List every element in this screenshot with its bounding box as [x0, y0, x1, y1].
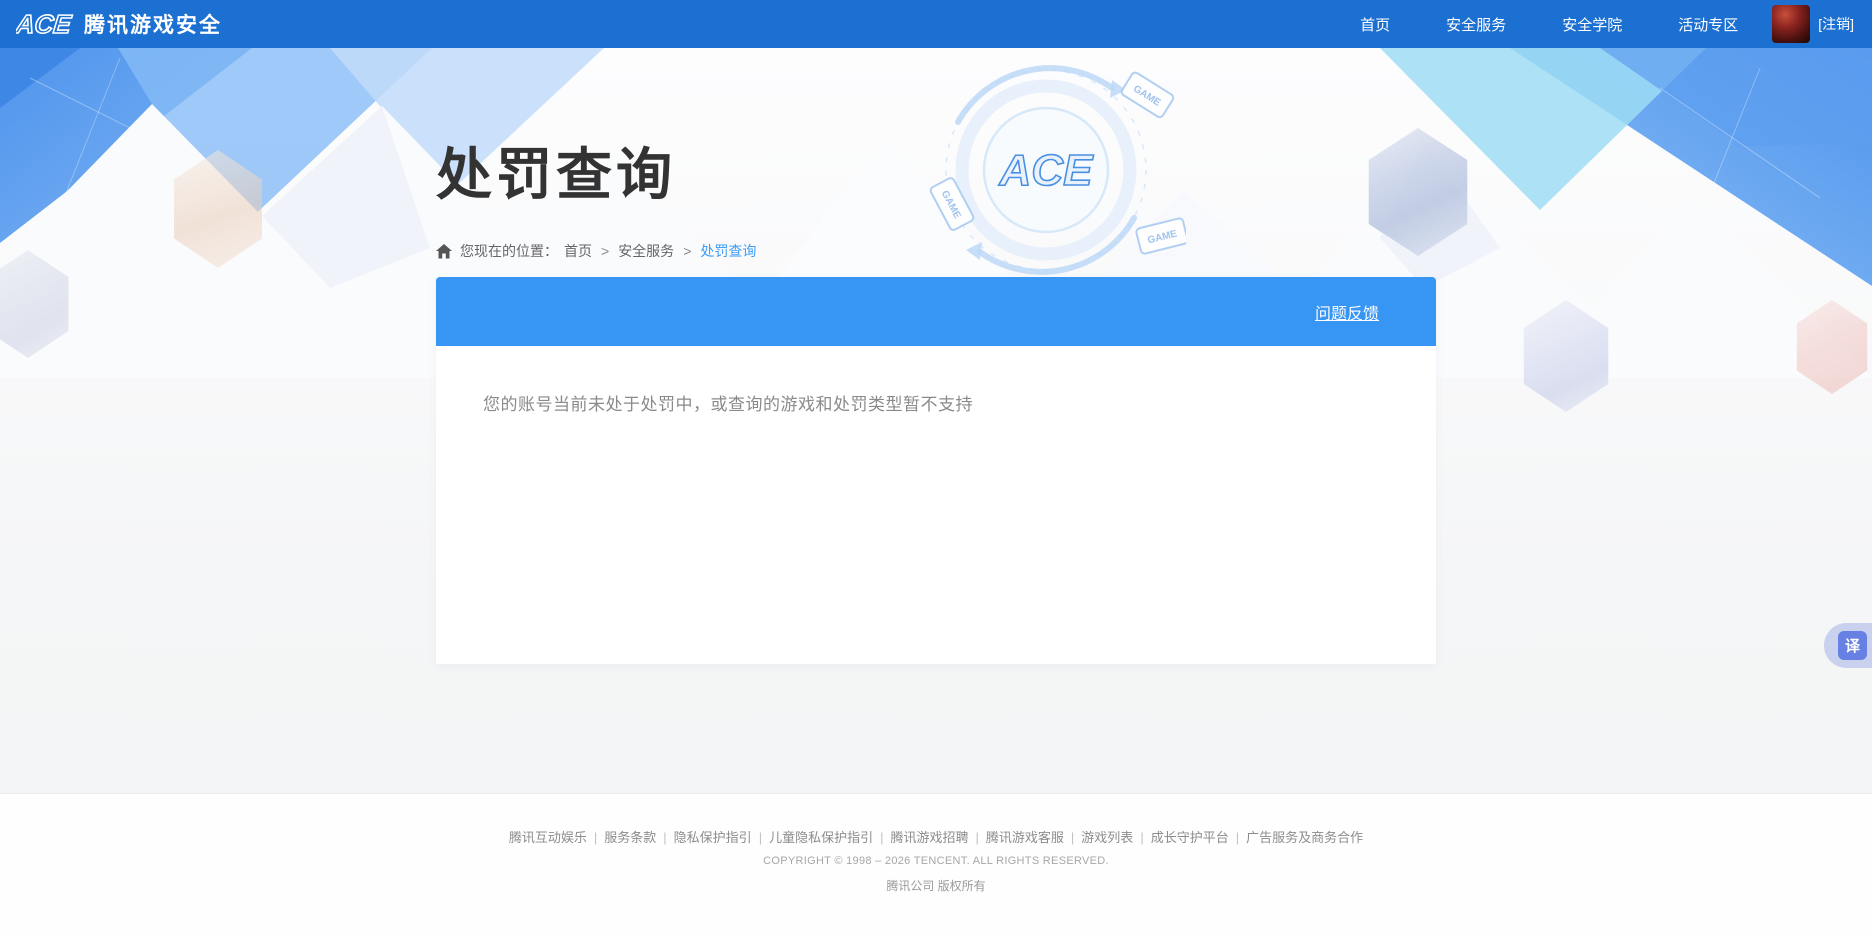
breadcrumb: 您现在的位置： 首页 > 安全服务 > 处罚查询: [436, 241, 1436, 261]
page-footer: 腾讯互动娱乐 | 服务条款 | 隐私保护指引 | 儿童隐私保护指引 | 腾讯游戏招聘 | 腾讯游戏客…: [0, 793, 1872, 935]
hero-section: ACE GAME GAME GAME 处罚查询 您现在的位置： 首页 > 安全服…: [0, 48, 1872, 793]
footer-link-service[interactable]: 腾讯游戏客服: [986, 830, 1064, 845]
footer-link-privacy[interactable]: 隐私保护指引: [674, 830, 752, 845]
footer-link-terms[interactable]: 服务条款: [604, 830, 656, 845]
site-logo-text: 腾讯游戏安全: [84, 14, 222, 37]
home-icon: [436, 243, 452, 258]
footer-separator: |: [880, 830, 884, 845]
translate-widget[interactable]: 译: [1824, 623, 1872, 668]
breadcrumb-home[interactable]: 首页: [564, 241, 592, 261]
footer-company: 腾讯公司 版权所有: [886, 879, 986, 893]
nav-item-activity-zone[interactable]: 活动专区: [1678, 14, 1738, 35]
svg-text:ACE: ACE: [16, 9, 74, 39]
breadcrumb-separator: >: [601, 243, 610, 259]
footer-link-game-list[interactable]: 游戏列表: [1081, 830, 1133, 845]
footer-link-jobs[interactable]: 腾讯游戏招聘: [890, 830, 968, 845]
footer-link-children-privacy[interactable]: 儿童隐私保护指引: [769, 830, 873, 845]
ace-logo-icon: ACE: [16, 9, 74, 39]
footer-separator: |: [1235, 830, 1240, 845]
site-logo[interactable]: ACE 腾讯游戏安全: [16, 9, 222, 39]
footer-link-ient[interactable]: 腾讯互动娱乐: [509, 830, 587, 845]
top-navbar: ACE 腾讯游戏安全 首页 安全服务 安全学院 活动专区 [注销]: [0, 0, 1872, 48]
footer-separator: |: [1140, 830, 1144, 845]
feedback-link[interactable]: 问题反馈: [1315, 300, 1379, 324]
result-message: 您的账号当前未处于处罚中，或查询的游戏和处罚类型暂不支持: [483, 395, 973, 414]
footer-link-guardian[interactable]: 成长守护平台: [1151, 830, 1229, 845]
footer-separator: |: [758, 830, 763, 845]
footer-separator: |: [1070, 830, 1075, 845]
footer-separator: |: [975, 830, 979, 845]
breadcrumb-current[interactable]: 处罚查询: [700, 241, 756, 261]
result-card-header: 问题反馈: [436, 277, 1436, 346]
logout-link[interactable]: [注销]: [1818, 14, 1854, 34]
footer-link-ads[interactable]: 广告服务及商务合作: [1246, 830, 1363, 845]
page-title: 处罚查询: [436, 143, 676, 206]
result-card-body: 您的账号当前未处于处罚中，或查询的游戏和处罚类型暂不支持: [436, 346, 1436, 664]
user-avatar[interactable]: [1772, 5, 1811, 43]
footer-links: 腾讯互动娱乐 | 服务条款 | 隐私保护指引 | 儿童隐私保护指引 | 腾讯游戏招聘 | 腾讯游戏客…: [0, 827, 1872, 846]
footer-separator: |: [663, 830, 667, 845]
nav-item-security-services[interactable]: 安全服务: [1446, 14, 1506, 35]
breadcrumb-separator: >: [683, 243, 692, 259]
nav-item-home[interactable]: 首页: [1360, 14, 1390, 35]
footer-separator: |: [593, 830, 598, 845]
query-result-card: 问题反馈 您的账号当前未处于处罚中，或查询的游戏和处罚类型暂不支持: [436, 277, 1436, 664]
footer-copyright: COPYRIGHT © 1998 – 2026 TENCENT. ALL RIG…: [763, 855, 1109, 867]
breadcrumb-security-services[interactable]: 安全服务: [618, 241, 674, 261]
nav-item-security-academy[interactable]: 安全学院: [1562, 14, 1622, 35]
nav-menu: 首页 安全服务 安全学院 活动专区 [注销]: [1304, 5, 1854, 43]
breadcrumb-prefix: 您现在的位置：: [460, 243, 558, 259]
translate-icon[interactable]: 译: [1838, 631, 1867, 660]
